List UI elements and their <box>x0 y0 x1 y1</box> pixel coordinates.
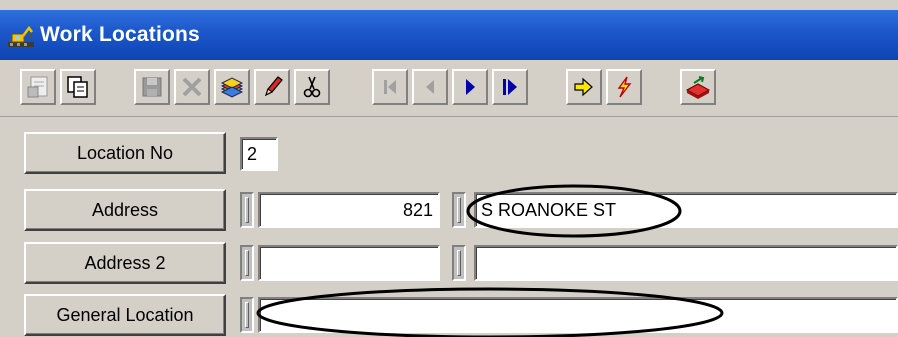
copy-record-button[interactable] <box>60 69 96 105</box>
save-icon <box>142 77 162 97</box>
previous-record-icon <box>426 80 434 94</box>
general-location-handle[interactable] <box>240 297 254 333</box>
address2-street-field[interactable] <box>474 245 898 281</box>
last-record-icon <box>503 79 517 95</box>
window-title: Work Locations <box>40 23 200 46</box>
general-location-field[interactable] <box>258 297 898 333</box>
address-label: Address <box>91 199 159 220</box>
save-button[interactable] <box>134 69 170 105</box>
first-record-icon <box>384 80 396 94</box>
lightning-button[interactable] <box>606 69 642 105</box>
copy-record-icon <box>67 76 88 98</box>
location-no-label: Location No <box>76 142 174 163</box>
add-record-button[interactable] <box>214 69 250 105</box>
location-no-button[interactable]: Location No <box>24 132 226 174</box>
address2-number-handle[interactable] <box>240 245 254 281</box>
title-bar: Work Locations <box>0 10 898 60</box>
address-number-handle[interactable] <box>240 192 254 228</box>
properties-button[interactable] <box>20 69 56 105</box>
next-record-icon <box>466 79 475 95</box>
address-button[interactable]: Address <box>24 189 226 231</box>
add-record-icon <box>220 77 244 98</box>
address-number-value: 821 <box>402 199 433 220</box>
delete-icon <box>182 77 202 97</box>
go-arrow-icon <box>574 77 593 97</box>
cut-button[interactable] <box>294 69 330 105</box>
previous-record-button[interactable] <box>412 69 448 105</box>
go-button[interactable] <box>566 69 602 105</box>
general-location-button[interactable]: General Location <box>24 294 226 336</box>
address2-number-field[interactable] <box>258 245 440 281</box>
edit-pencil-icon <box>264 76 283 97</box>
exit-icon <box>685 76 711 99</box>
exit-button[interactable] <box>680 69 716 105</box>
form-area: Location No 2 Address 821 S ROANOKE ST A… <box>0 118 898 337</box>
address-street-value: S ROANOKE ST <box>481 199 617 220</box>
address-street-field[interactable]: S ROANOKE ST <box>474 192 898 228</box>
address2-street-handle[interactable] <box>452 245 466 281</box>
properties-icon <box>27 76 48 98</box>
address-street-handle[interactable] <box>452 192 466 228</box>
cut-icon <box>303 76 321 98</box>
delete-button[interactable] <box>174 69 210 105</box>
location-no-field[interactable]: 2 <box>240 137 278 171</box>
lightning-icon <box>617 76 632 98</box>
general-location-label: General Location <box>56 304 194 325</box>
excavator-app-icon <box>8 24 34 48</box>
first-record-button[interactable] <box>372 69 408 105</box>
address2-label: Address 2 <box>84 252 166 273</box>
next-record-button[interactable] <box>452 69 488 105</box>
address-number-field[interactable]: 821 <box>258 192 440 228</box>
last-record-button[interactable] <box>492 69 528 105</box>
edit-button[interactable] <box>254 69 290 105</box>
location-no-value: 2 <box>247 143 258 164</box>
toolbar <box>0 60 898 117</box>
address2-button[interactable]: Address 2 <box>24 242 226 284</box>
